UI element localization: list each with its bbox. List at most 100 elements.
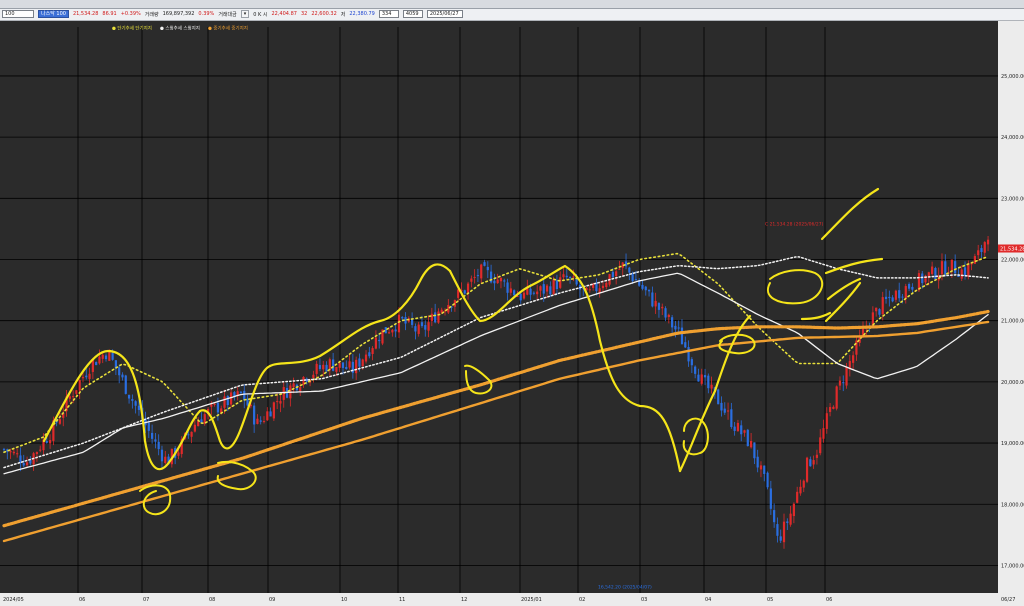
count-total-input[interactable]: 4059 xyxy=(402,10,423,18)
candle-body xyxy=(223,396,226,408)
x-tick-label: 06 xyxy=(826,597,832,603)
candle-body xyxy=(486,266,489,271)
low-label: 저 xyxy=(340,11,346,18)
candle-body xyxy=(931,266,934,274)
candle-body xyxy=(671,317,674,328)
candle-body xyxy=(845,367,848,386)
candle-body xyxy=(213,403,216,405)
candle-body xyxy=(618,268,621,270)
candle-body xyxy=(950,259,953,271)
candle-body xyxy=(812,460,815,465)
y-tick-label: 24,000.00 xyxy=(1001,135,1024,141)
candle-body xyxy=(796,491,799,503)
candle-body xyxy=(825,413,828,429)
candle-body xyxy=(276,401,279,403)
candle-body xyxy=(983,242,986,253)
candle-body xyxy=(878,309,881,315)
candle-body xyxy=(779,536,782,541)
symbol-code-input[interactable]: 100 xyxy=(2,10,34,18)
candle-body xyxy=(35,452,39,454)
candle-body xyxy=(730,409,733,427)
candle-body xyxy=(891,297,894,302)
candle-body xyxy=(48,440,52,444)
candle-body xyxy=(746,429,749,447)
candle-body xyxy=(509,288,512,293)
candle-body xyxy=(963,267,967,276)
change-value: 86.91 xyxy=(102,11,117,17)
candle-body xyxy=(226,396,229,406)
candle-body xyxy=(835,386,838,409)
candle-body xyxy=(312,374,315,379)
candle-body xyxy=(634,279,638,281)
period-button[interactable]: ▾ xyxy=(240,10,250,18)
candle-body xyxy=(499,277,503,282)
candle-body xyxy=(532,292,535,294)
candle-body xyxy=(726,410,730,412)
candle-body xyxy=(759,465,763,470)
y-tick-label: 22,000.00 xyxy=(1001,258,1024,264)
candle-body xyxy=(536,291,539,295)
candle-body xyxy=(884,296,888,300)
x-tick-label: 06/27 xyxy=(1001,597,1015,603)
candle-body xyxy=(703,375,707,378)
y-tick-label: 21,000.00 xyxy=(1001,319,1024,325)
candle-body xyxy=(134,401,137,406)
candle-body xyxy=(756,456,759,468)
symbol-name-select[interactable]: 나스닥 100 xyxy=(38,10,69,18)
candle-body xyxy=(628,267,631,273)
price-chart[interactable]: 17,000.00 18,000.00 19,000.00 20,000.00 21,0… xyxy=(0,21,1024,606)
x-tick-label: 08 xyxy=(209,597,215,603)
candle-body xyxy=(476,275,480,277)
volume-change-value: 0.39% xyxy=(198,11,215,17)
candle-body xyxy=(127,394,131,399)
amount-label: 거래대금 xyxy=(218,11,237,18)
candle-body xyxy=(378,339,381,342)
candle-body xyxy=(374,337,378,349)
x-tick-label: 05 xyxy=(767,597,773,603)
candle-body xyxy=(545,285,549,292)
candle-body xyxy=(944,261,947,275)
candle-body xyxy=(447,304,450,313)
candle-body xyxy=(299,386,302,392)
x-tick-label: 03 xyxy=(641,597,647,603)
candle-body xyxy=(81,377,85,379)
candle-body xyxy=(190,431,193,437)
candle-body xyxy=(940,261,944,275)
candle-body xyxy=(664,308,667,318)
change-pct-value: +0.39% xyxy=(120,11,141,17)
candle-body xyxy=(894,290,898,300)
candle-body xyxy=(842,382,845,384)
candle-body xyxy=(414,326,417,332)
candle-body xyxy=(549,286,552,295)
candle-body xyxy=(588,289,591,291)
candle-body xyxy=(921,273,924,284)
date-input[interactable]: 2025/06/27 xyxy=(426,10,463,18)
candle-body xyxy=(786,521,789,523)
volume-value: 169,897,392 xyxy=(162,11,195,17)
candle-body xyxy=(430,313,433,321)
x-tick-label: 02 xyxy=(579,597,585,603)
candle-body xyxy=(420,322,424,327)
candle-body xyxy=(559,277,562,288)
candle-body xyxy=(401,317,404,319)
legend-item: ● 스윙추세 스윙지지 xyxy=(160,25,200,32)
candle-body xyxy=(216,402,220,413)
candle-body xyxy=(657,303,661,310)
candle-body xyxy=(680,327,684,345)
candle-body xyxy=(562,274,565,278)
candle-body xyxy=(700,374,703,384)
candle-body xyxy=(332,359,335,371)
candle-body xyxy=(595,283,598,292)
low-value: 22,380.79 xyxy=(349,11,375,17)
candle-body xyxy=(605,282,608,288)
candle-body xyxy=(601,285,605,289)
candle-body xyxy=(838,380,842,386)
count-input[interactable]: 334 xyxy=(378,10,399,18)
candle-body xyxy=(45,440,48,443)
toolbar xyxy=(0,0,1024,9)
candle-body xyxy=(733,426,736,431)
x-tick-label: 2025/01 xyxy=(521,597,542,603)
candle-body xyxy=(371,348,374,355)
candle-body xyxy=(809,459,812,467)
candle-body xyxy=(318,365,322,369)
